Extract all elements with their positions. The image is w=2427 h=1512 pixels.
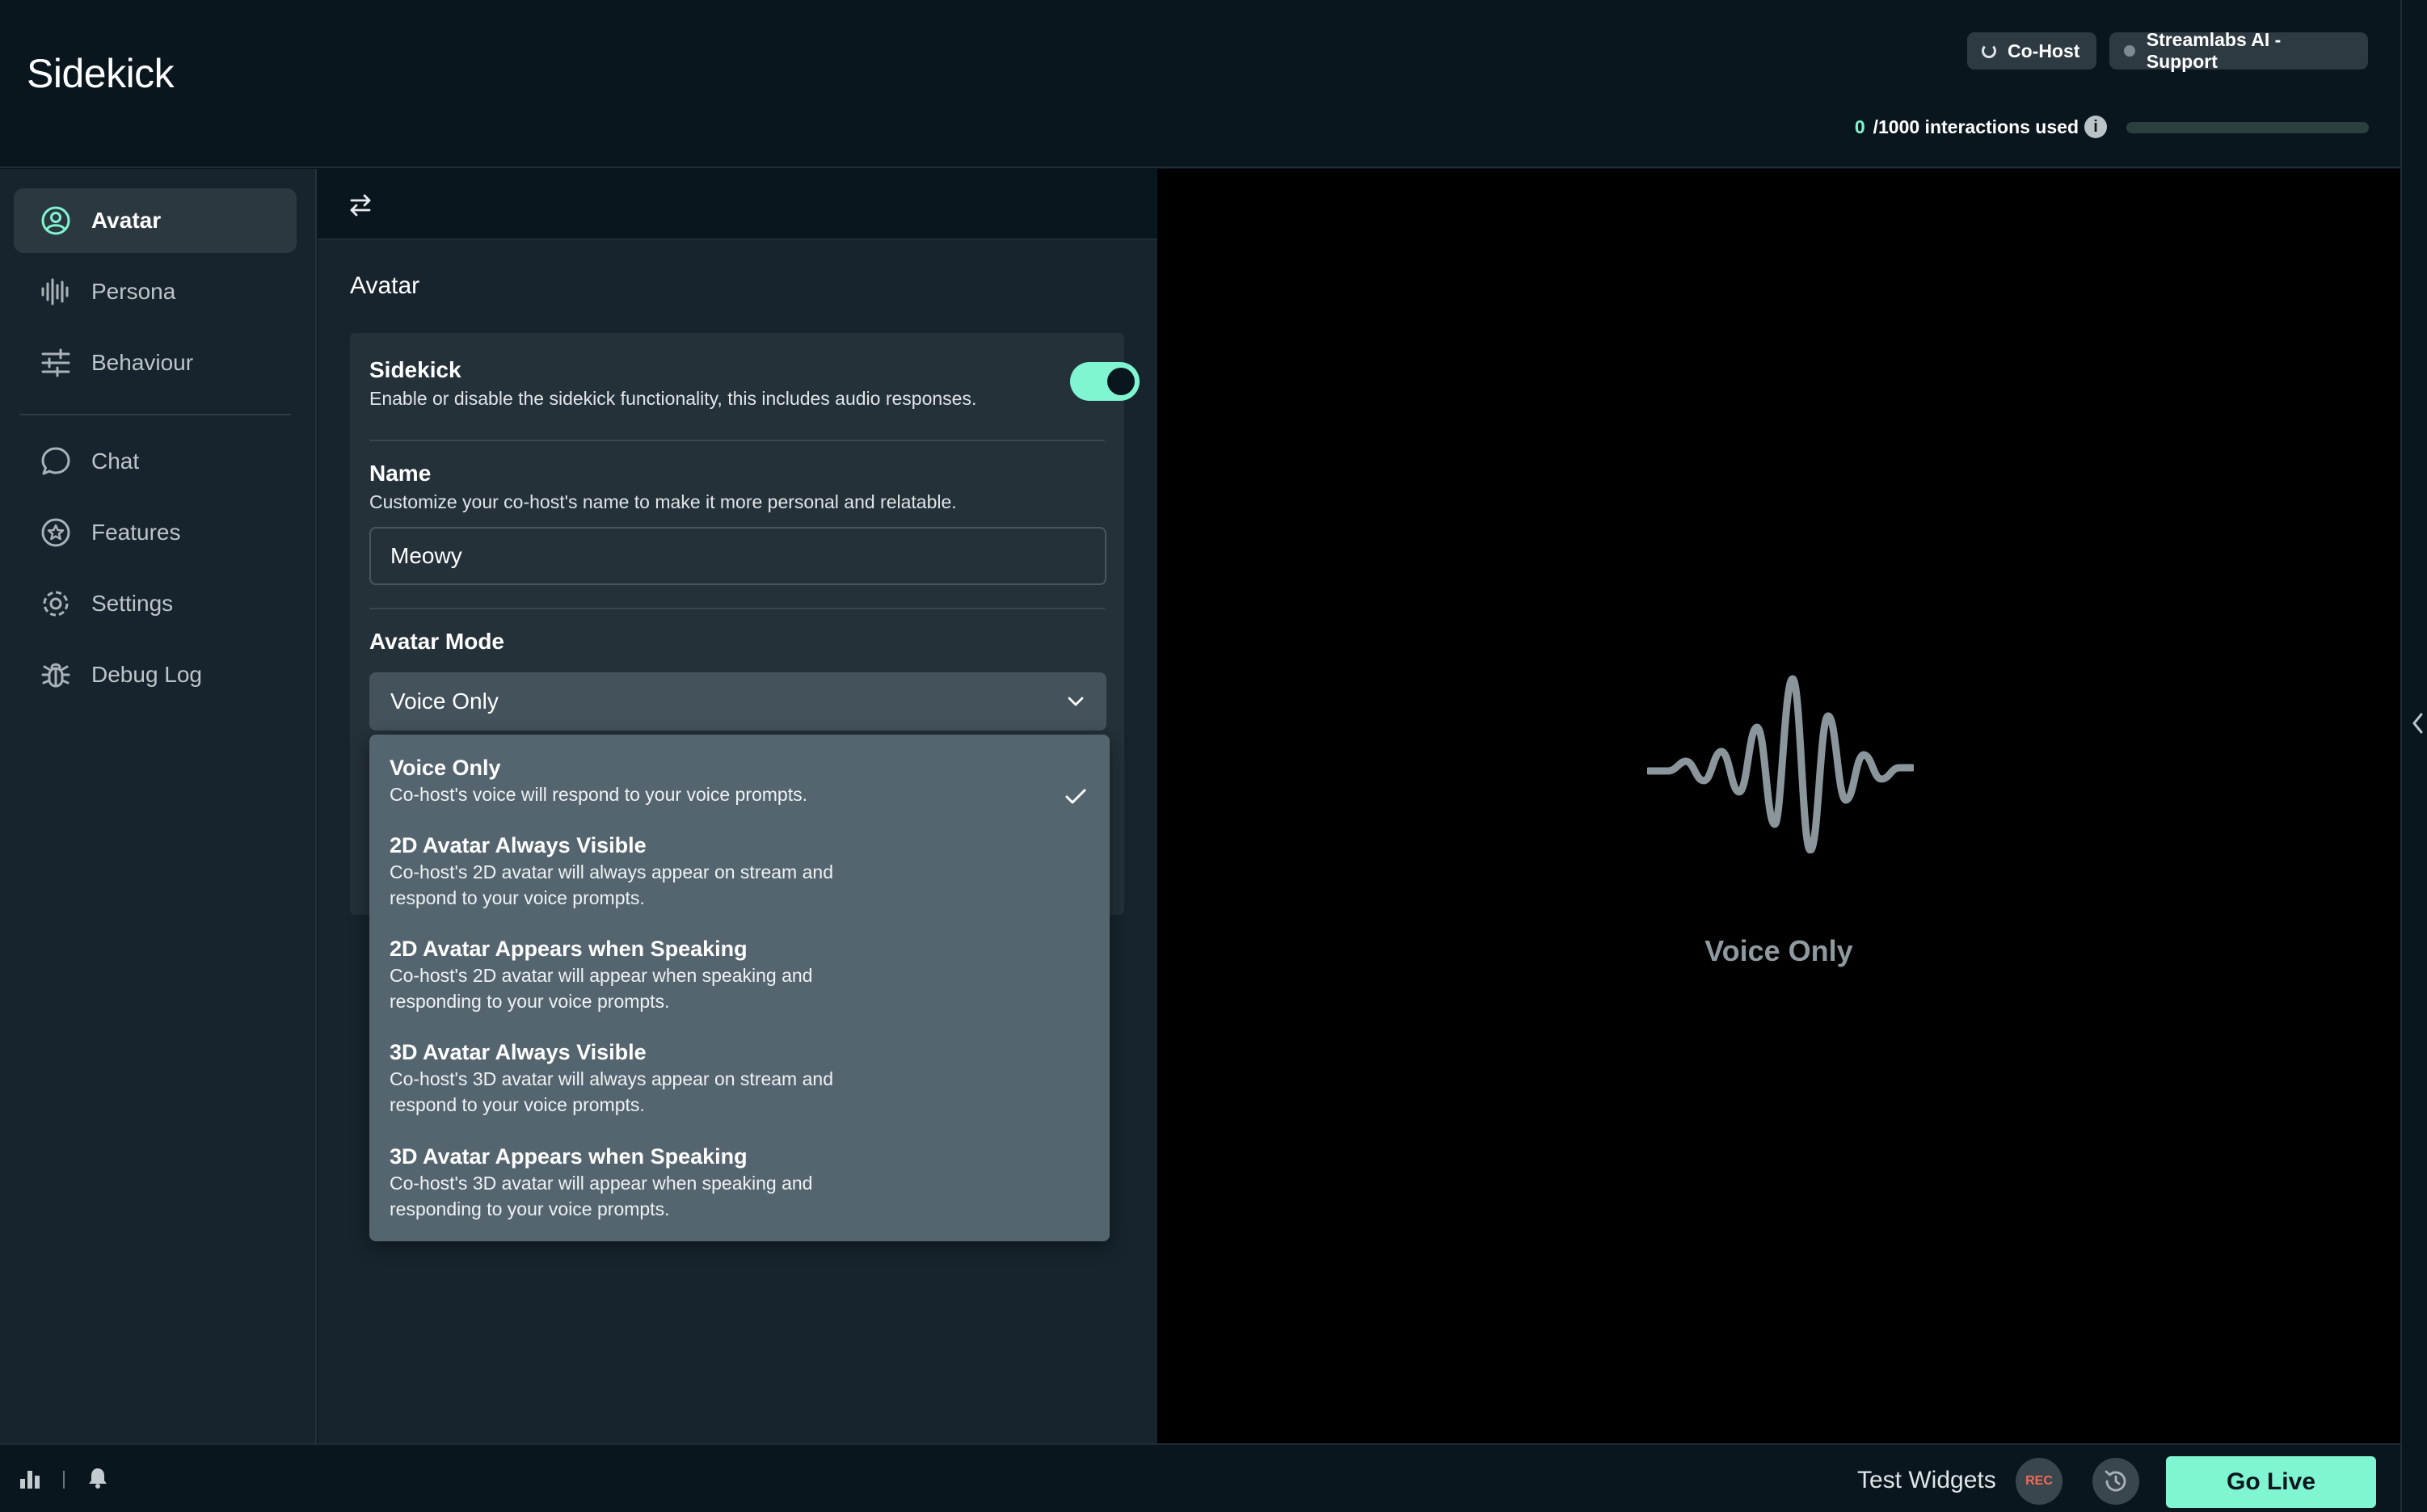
user-circle-icon xyxy=(40,204,72,237)
name-title: Name xyxy=(369,461,432,486)
rec-button[interactable]: REC xyxy=(2016,1458,2063,1505)
waveform-icon xyxy=(1647,675,1914,853)
cohost-label: Co-Host xyxy=(2008,40,2080,61)
chat-bubble-icon xyxy=(40,445,72,478)
option-title: 3D Avatar Always Visible xyxy=(390,1040,647,1064)
option-2d-appears-speaking[interactable]: 2D Avatar Appears when Speaking Co-host'… xyxy=(369,935,1110,1014)
avatar-mode-title: Avatar Mode xyxy=(369,629,505,654)
card-divider xyxy=(369,440,1105,441)
soundwave-icon xyxy=(40,276,72,308)
option-description: Co-host's 2D avatar will appear when spe… xyxy=(390,965,813,1012)
avatar-mode-selected: Voice Only xyxy=(390,689,499,714)
sidebar-item-behaviour[interactable]: Behaviour xyxy=(14,331,297,395)
sidekick-title: Sidekick xyxy=(369,357,461,382)
toggle-knob xyxy=(1107,368,1135,395)
avatar-mode-select[interactable]: Voice Only xyxy=(369,672,1106,731)
option-voice-only[interactable]: Voice Only Co-host's voice will respond … xyxy=(369,754,1110,807)
option-2d-always-visible[interactable]: 2D Avatar Always Visible Co-host's 2D av… xyxy=(369,832,1110,911)
go-live-button[interactable]: Go Live xyxy=(2166,1456,2376,1508)
sidebar-item-features[interactable]: Features xyxy=(14,500,297,565)
option-title: 3D Avatar Appears when Speaking xyxy=(390,1144,748,1169)
sidebar-item-persona[interactable]: Persona xyxy=(14,259,297,324)
option-3d-always-visible[interactable]: 3D Avatar Always Visible Co-host's 3D av… xyxy=(369,1038,1110,1118)
sidekick-description: Enable or disable the sidekick functiona… xyxy=(369,388,977,409)
bell-icon[interactable] xyxy=(86,1466,110,1490)
option-description: Co-host's 3D avatar will appear when spe… xyxy=(390,1173,813,1219)
support-label: Streamlabs AI - Support xyxy=(2146,29,2282,72)
option-title: Voice Only xyxy=(390,756,501,780)
name-input[interactable] xyxy=(369,527,1106,585)
sidebar-item-label: Chat xyxy=(91,449,140,474)
sidebar-item-label: Debug Log xyxy=(91,662,203,687)
sliders-icon xyxy=(40,347,72,379)
bug-icon xyxy=(40,659,72,691)
option-description: Co-host's 2D avatar will always appear o… xyxy=(390,861,833,908)
sidekick-toggle[interactable] xyxy=(1070,362,1140,401)
history-button[interactable] xyxy=(2092,1458,2139,1505)
cohost-button[interactable]: Co-Host xyxy=(1967,32,2096,69)
panel-title: Avatar xyxy=(350,272,420,299)
sidebar: Avatar Persona Behaviour Chat Features S… xyxy=(0,169,317,1443)
option-description: Co-host's voice will respond to your voi… xyxy=(390,784,807,805)
option-description: Co-host's 3D avatar will always appear o… xyxy=(390,1068,833,1115)
usage-counter: 0 /1000 interactions used xyxy=(1855,116,2079,138)
option-title: 2D Avatar Always Visible xyxy=(390,833,647,857)
sidebar-item-label: Behaviour xyxy=(91,350,194,375)
bar-chart-icon[interactable] xyxy=(18,1466,42,1490)
chevron-left-icon[interactable] xyxy=(2412,711,2423,735)
top-header: Sidekick Co-Host Streamlabs AI - Support… xyxy=(0,0,2400,168)
usage-used-count: 0 xyxy=(1854,116,1865,137)
preview-mode-label: Voice Only xyxy=(1704,934,1853,967)
app-window: Sidekick Co-Host Streamlabs AI - Support… xyxy=(0,0,2427,1512)
card-divider xyxy=(369,608,1105,609)
app-title: Sidekick xyxy=(27,51,175,96)
loading-ring-icon xyxy=(1982,44,1996,58)
chevron-down-icon xyxy=(1068,697,1084,706)
sidebar-item-label: Avatar xyxy=(91,208,162,233)
info-icon[interactable]: i xyxy=(2084,116,2107,138)
gear-icon xyxy=(40,588,72,620)
footer-divider xyxy=(63,1471,65,1489)
sidebar-item-avatar[interactable]: Avatar xyxy=(14,188,297,253)
usage-suffix: /1000 interactions used xyxy=(1873,116,2079,137)
panel-toolbar xyxy=(318,169,1157,240)
avatar-mode-dropdown: Voice Only Co-host's voice will respond … xyxy=(369,735,1110,1241)
sidebar-item-chat[interactable]: Chat xyxy=(14,429,297,494)
history-icon xyxy=(2105,1470,2126,1492)
sidebar-item-settings[interactable]: Settings xyxy=(14,571,297,636)
sidebar-divider xyxy=(19,414,291,415)
sidebar-item-label: Features xyxy=(91,520,181,545)
sidebar-item-label: Persona xyxy=(91,279,176,304)
option-3d-appears-speaking[interactable]: 3D Avatar Appears when Speaking Co-host'… xyxy=(369,1143,1110,1222)
usage-progress-bar xyxy=(2126,122,2369,133)
test-widgets-button[interactable]: Test Widgets xyxy=(1857,1467,1996,1494)
name-description: Customize your co-host's name to make it… xyxy=(369,491,957,512)
right-edge-strip xyxy=(2400,0,2427,1512)
star-badge-icon xyxy=(40,516,72,549)
sidebar-item-debug-log[interactable]: Debug Log xyxy=(14,642,297,707)
support-button[interactable]: Streamlabs AI - Support xyxy=(2109,29,2368,72)
sidebar-item-label: Settings xyxy=(91,591,174,616)
checkmark-icon xyxy=(1065,789,1086,804)
status-dot-icon xyxy=(2124,45,2135,57)
option-title: 2D Avatar Appears when Speaking xyxy=(390,937,748,961)
swap-arrows-icon[interactable] xyxy=(347,192,374,219)
